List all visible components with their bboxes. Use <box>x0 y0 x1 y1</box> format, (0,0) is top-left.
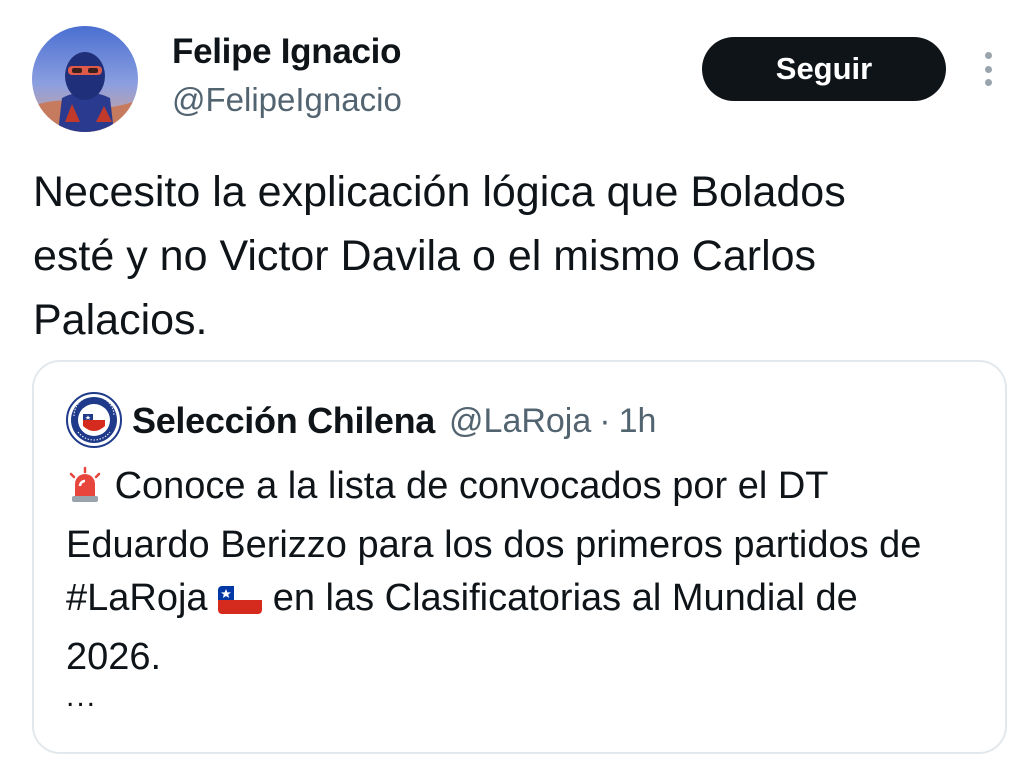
more-dot <box>984 65 992 73</box>
author-avatar[interactable] <box>32 26 138 132</box>
chile-flag-emoji-icon <box>218 578 263 631</box>
quoted-author-name[interactable]: Selección Chilena <box>132 400 435 442</box>
more-dot <box>984 52 992 59</box>
rotating-light-emoji-icon <box>66 466 104 519</box>
separator-dot: · <box>599 401 611 440</box>
quoted-author-avatar[interactable] <box>66 392 122 448</box>
quoted-text-segment: Eduardo Berizzo para los dos primeros pa… <box>66 524 922 566</box>
quoted-tweet-text: Conoce a la lista de convocados por el D… <box>66 460 986 684</box>
quoted-tweet-card[interactable]: Selección Chilena @LaRoja · 1h Conoce a … <box>32 360 1007 754</box>
follow-button[interactable]: Seguir <box>702 37 946 101</box>
quoted-tweet-header: Selección Chilena @LaRoja · 1h <box>132 394 656 448</box>
quoted-text-segment: Conoce a la lista de convocados por el D… <box>114 465 829 507</box>
more-dot <box>984 79 992 86</box>
tweet-text-line: Necesito la explicación lógica que Bolad… <box>33 168 846 216</box>
quoted-author-handle[interactable]: @LaRoja <box>449 402 591 441</box>
hashtag-link[interactable]: #LaRoja <box>66 577 208 619</box>
tweet-text: Necesito la explicación lógica que Bolad… <box>33 160 1003 352</box>
quoted-text-segment: en las Clasificatorias al Mundial de <box>272 577 858 619</box>
quoted-tweet-truncation: ... <box>66 680 98 713</box>
quoted-tweet-time[interactable]: 1h <box>619 402 657 441</box>
tweet-text-line: esté y no Victor Davila o el mismo Carlo… <box>33 232 817 280</box>
author-display-name[interactable]: Felipe Ignacio <box>172 30 401 74</box>
author-handle[interactable]: @FelipeIgnacio <box>172 78 402 122</box>
tweet-view: Felipe Ignacio @FelipeIgnacio Seguir Nec… <box>0 0 1024 768</box>
more-options-icon[interactable] <box>972 46 1004 92</box>
quoted-text-segment: 2026. <box>66 636 162 678</box>
tweet-text-line: Palacios. <box>33 296 208 344</box>
